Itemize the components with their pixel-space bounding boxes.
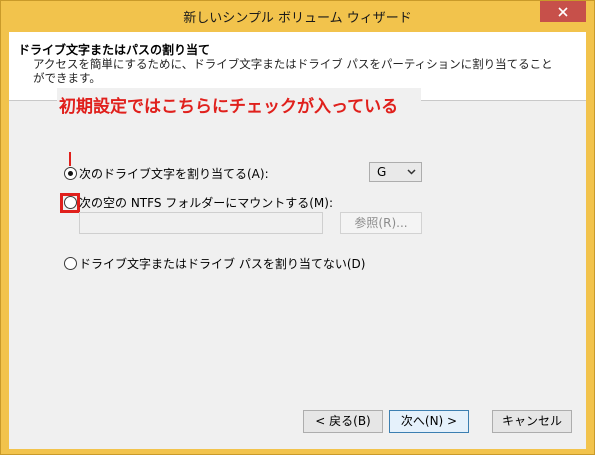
next-button[interactable]: 次へ(N) > — [389, 410, 469, 433]
annotation-text: 初期設定ではこちらにチェックが入っている — [57, 88, 421, 126]
page-title: ドライブ文字またはパスの割り当て — [18, 43, 211, 57]
wizard-window: 新しいシンプル ボリューム ウィザード ドライブ文字またはパスの割り当て アクセ… — [0, 0, 595, 455]
window-title: 新しいシンプル ボリューム ウィザード — [183, 11, 412, 26]
mount-folder-label[interactable]: 次の空の NTFS フォルダーにマウントする(M): — [79, 194, 333, 211]
drive-letter-value: G — [377, 165, 387, 179]
no-assign-radio[interactable] — [64, 257, 77, 270]
close-button[interactable] — [540, 1, 586, 22]
back-button[interactable]: < 戻る(B) — [303, 410, 383, 433]
mount-folder-radio[interactable] — [64, 196, 77, 209]
close-icon — [558, 6, 568, 17]
cancel-button[interactable]: キャンセル — [492, 410, 572, 433]
wizard-client: ドライブ文字またはパスの割り当て アクセスを簡単にするために、ドライブ文字または… — [9, 32, 586, 449]
no-assign-label[interactable]: ドライブ文字またはドライブ パスを割り当てない(D) — [79, 255, 365, 272]
page-description: アクセスを簡単にするために、ドライブ文字またはドライブ パスをパーティションに割… — [33, 57, 553, 85]
annotation-connector — [69, 152, 71, 166]
mount-folder-path-input[interactable] — [79, 212, 323, 234]
chevron-down-icon — [407, 169, 416, 175]
assign-letter-label[interactable]: 次のドライブ文字を割り当てる(A): — [79, 165, 269, 182]
drive-letter-select[interactable]: G — [369, 162, 422, 182]
browse-button[interactable]: 参照(R)... — [340, 212, 422, 234]
assign-letter-radio[interactable] — [64, 167, 77, 180]
title-bar[interactable]: 新しいシンプル ボリューム ウィザード — [1, 1, 594, 32]
